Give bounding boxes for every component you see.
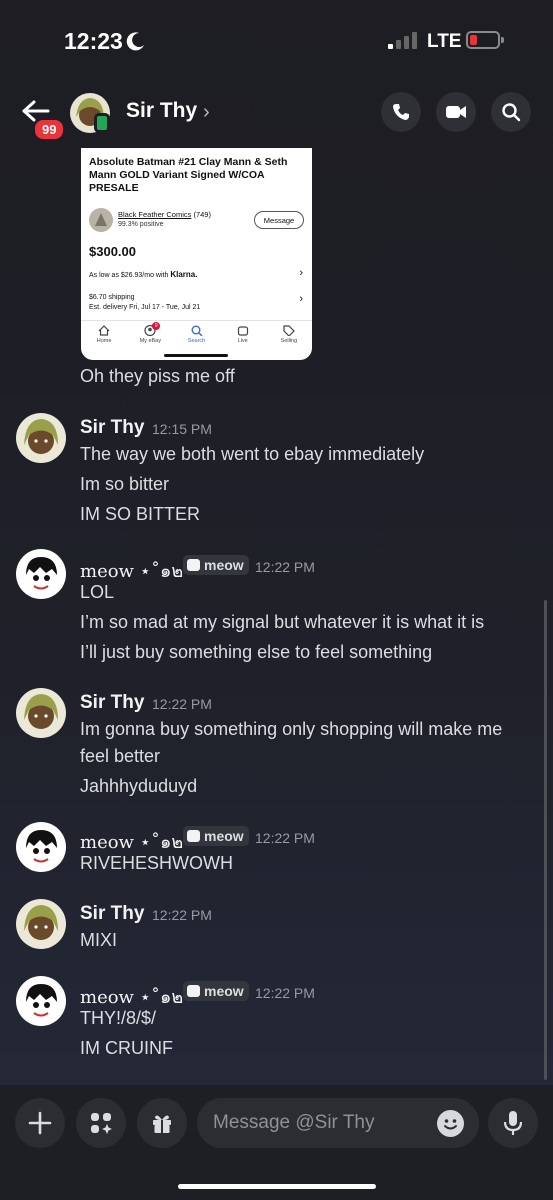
video-camera-icon	[446, 106, 466, 118]
apps-icon	[91, 1113, 112, 1134]
ebay-tab-home: Home	[81, 321, 127, 351]
home-icon	[98, 325, 110, 336]
ebay-tab-bar: Home 9 My eBay Search Live Selling	[81, 320, 312, 351]
timestamp: 12:22 PM	[255, 559, 315, 575]
shipping-info: $6.70 shipping Est. delivery Fri, Jul 17 …	[89, 294, 201, 311]
username[interactable]: Sir Thy	[80, 417, 144, 439]
header-username[interactable]: Sir Thy	[126, 99, 197, 123]
screenshot-home-indicator	[164, 354, 228, 357]
dm-header: 99 Sir Thy ›	[0, 84, 553, 142]
message-text: Jahhhyduduyd	[80, 776, 198, 796]
timestamp: 12:22 PM	[255, 985, 315, 1001]
live-icon	[237, 326, 248, 336]
avatar[interactable]	[16, 549, 66, 599]
plus-icon	[28, 1111, 52, 1135]
message-text: THY!/8/$/	[80, 1008, 157, 1028]
clan-tag: meow	[183, 555, 249, 575]
message-composer: Message @Sir Thy	[0, 1085, 553, 1200]
username[interactable]: Sir Thy	[80, 903, 144, 925]
message-text: IM SO BITTER	[80, 504, 201, 524]
chevron-right-icon: ›	[299, 293, 303, 305]
clan-tag: meow	[183, 826, 249, 846]
unread-badge: 99	[33, 118, 66, 141]
cat-icon	[187, 559, 200, 571]
username[interactable]: meow ⋆˚๑๒	[80, 982, 183, 1011]
message-text: feel better	[80, 746, 161, 766]
search-icon	[191, 325, 202, 336]
username[interactable]: meow ⋆˚๑๒	[80, 556, 183, 585]
message-text: MIXI	[80, 930, 118, 950]
scrollbar[interactable]	[544, 600, 547, 1080]
ebay-tab-selling: Selling	[266, 321, 312, 351]
klarna-info: As low as $26.93/mo with Klarna.	[89, 270, 198, 279]
avatar[interactable]	[16, 822, 66, 872]
chevron-right-icon[interactable]: ›	[203, 101, 210, 124]
message-text: I’m so mad at my signal but whatever it …	[80, 612, 485, 632]
network-type: LTE	[427, 31, 462, 52]
seller-feedback: 99.3% positive	[118, 221, 164, 228]
listing-title: Absolute Batman #21 Clay Mann & Seth Man…	[89, 156, 288, 194]
avatar[interactable]	[16, 976, 66, 1026]
signal-icon	[388, 32, 417, 49]
message-seller-button: Message	[254, 211, 304, 229]
message-text: Oh they piss me off	[80, 366, 235, 386]
status-bar: 12:23 LTE	[0, 0, 553, 84]
message-text: Im gonna buy something only shopping wil…	[80, 719, 503, 739]
message-text: LOL	[80, 582, 115, 602]
moon-icon	[126, 32, 144, 51]
seller-name: Black Feather Comics (749)	[118, 210, 211, 219]
cat-icon	[187, 985, 200, 997]
ebay-tab-live: Live	[220, 321, 266, 351]
clock: 12:23	[64, 28, 123, 54]
gift-icon	[153, 1115, 171, 1133]
ebay-tab-search: Search	[173, 321, 219, 351]
mobile-status-icon	[94, 113, 110, 133]
gift-button[interactable]	[137, 1098, 187, 1148]
seller-avatar	[89, 208, 113, 232]
add-attachment-button[interactable]	[15, 1098, 65, 1148]
clan-tag: meow	[183, 981, 249, 1001]
apps-button[interactable]	[76, 1098, 126, 1148]
message-input[interactable]: Message @Sir Thy	[197, 1098, 479, 1148]
video-call-button[interactable]	[436, 92, 476, 132]
emoji-icon	[444, 1119, 457, 1130]
chevron-right-icon: ›	[299, 267, 303, 279]
message-input-placeholder: Message @Sir Thy	[213, 1112, 375, 1133]
avatar[interactable]	[16, 688, 66, 738]
timestamp: 12:22 PM	[152, 907, 212, 923]
timestamp: 12:22 PM	[255, 830, 315, 846]
message-text: RIVEHESHWOWH	[80, 853, 233, 873]
listing-price: $300.00	[89, 244, 136, 259]
voice-call-button[interactable]	[381, 92, 421, 132]
phone-icon	[393, 104, 409, 120]
cat-icon	[187, 830, 200, 842]
timestamp: 12:15 PM	[152, 421, 212, 437]
battery-icon	[466, 31, 504, 49]
message-text: Im so bitter	[80, 474, 170, 494]
avatar[interactable]	[16, 899, 66, 949]
emoji-button[interactable]	[437, 1110, 464, 1137]
microphone-icon	[503, 1111, 523, 1135]
search-button[interactable]	[491, 92, 531, 132]
username[interactable]: Sir Thy	[80, 692, 144, 714]
image-attachment[interactable]: Absolute Batman #21 Clay Mann & Seth Man…	[81, 148, 312, 360]
avatar[interactable]	[16, 413, 66, 463]
ebay-tab-myebay: 9 My eBay	[139, 322, 161, 344]
message-text: IM CRUINF	[80, 1038, 173, 1058]
tag-icon	[283, 325, 295, 336]
home-indicator	[178, 1184, 376, 1189]
timestamp: 12:22 PM	[152, 696, 212, 712]
message-text: The way we both went to ebay immediately	[80, 444, 425, 464]
search-icon	[502, 103, 521, 122]
message-text: I’ll just buy something else to feel som…	[80, 642, 433, 662]
username[interactable]: meow ⋆˚๑๒	[80, 827, 183, 856]
voice-message-button[interactable]	[488, 1098, 538, 1148]
